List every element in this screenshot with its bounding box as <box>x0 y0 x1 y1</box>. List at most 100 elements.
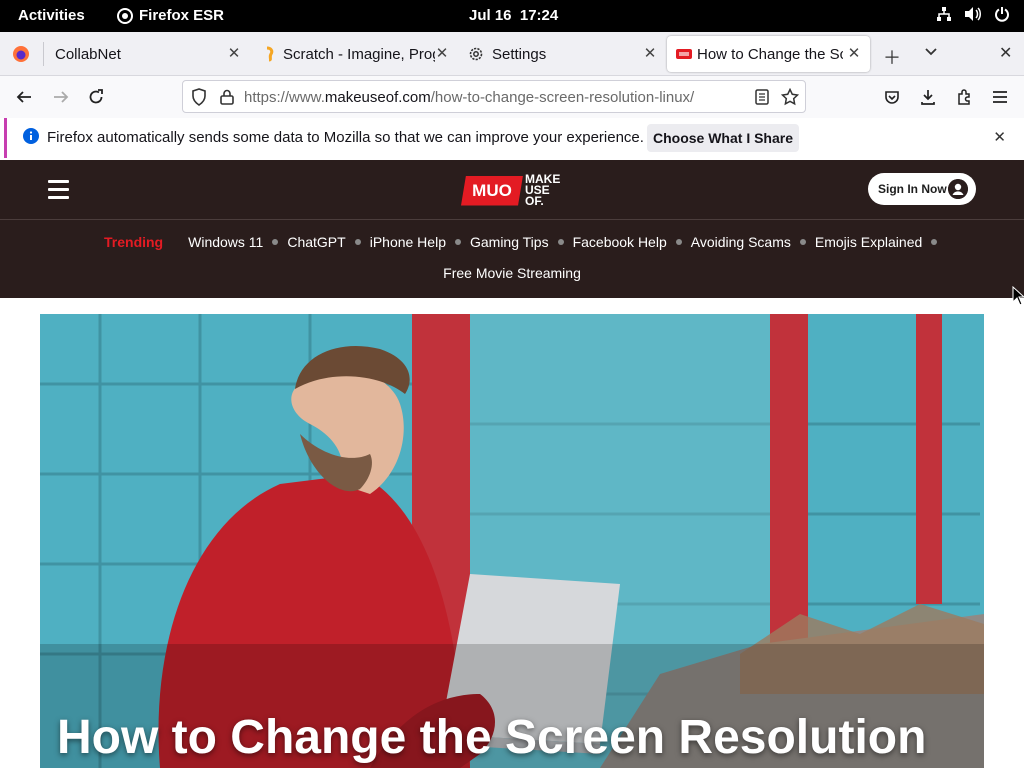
trending-row: Trending Windows 11 ChatGPT iPhone Help … <box>104 234 946 250</box>
firefox-app-icon <box>117 7 133 24</box>
close-icon[interactable]: ✕ <box>846 46 862 62</box>
trending-link[interactable]: Avoiding Scams <box>691 234 791 250</box>
tab-title: Settings <box>492 45 547 63</box>
app-menu[interactable]: Firefox ESR <box>117 7 224 24</box>
hamburger-line <box>48 196 69 199</box>
trending-link-label: Gaming Tips <box>469 234 549 250</box>
info-icon <box>23 128 39 144</box>
separator-dot <box>931 239 938 245</box>
hamburger-line <box>48 180 69 183</box>
choose-what-i-share-button[interactable]: Choose What I Share <box>647 124 799 152</box>
tab-title: How to Change the Scr <box>697 45 843 63</box>
article-title: How to Change the Screen Resolution <box>57 711 927 764</box>
trending-link[interactable]: Windows 11 <box>188 234 263 250</box>
trending-row-2: Free Movie Streaming <box>0 265 1024 281</box>
trending-link-label: Avoiding Scams <box>690 234 791 250</box>
close-window-button[interactable]: ✕ <box>999 43 1012 63</box>
hamburger-menu-icon <box>993 91 1007 103</box>
close-icon[interactable]: ✕ <box>642 46 658 62</box>
activities-button[interactable]: Activities <box>18 7 85 24</box>
mouse-cursor-icon <box>1012 286 1024 306</box>
trending-link[interactable]: Facebook Help <box>573 234 667 250</box>
trending-link[interactable]: iPhone Help <box>370 234 446 250</box>
gear-icon <box>469 47 483 61</box>
shield-icon[interactable] <box>191 88 207 106</box>
data-collection-notification: Firefox automatically sends some data to… <box>4 118 1020 158</box>
list-all-tabs-button[interactable] <box>924 42 938 63</box>
new-tab-button[interactable]: ＋ <box>883 44 901 70</box>
reload-button[interactable] <box>85 86 107 108</box>
trending-link[interactable]: Gaming Tips <box>470 234 549 250</box>
trending-link[interactable]: Emojis Explained <box>815 234 922 250</box>
trending-link[interactable]: Free Movie Streaming <box>443 265 581 281</box>
separator-dot <box>675 239 682 245</box>
bookmark-star-icon[interactable] <box>781 88 799 106</box>
pocket-icon <box>885 91 899 104</box>
clock[interactable]: Jul 16 17:24 <box>469 7 558 24</box>
navigation-toolbar: https://www.makeuseof.com/how-to-change-… <box>0 76 1024 118</box>
separator-dot <box>454 239 461 245</box>
address-bar[interactable]: https://www.makeuseof.com/how-to-change-… <box>182 80 806 113</box>
clock-date: Jul 16 <box>469 7 512 24</box>
arrow-left-icon <box>16 91 31 103</box>
logo-mark: MUO <box>461 175 523 206</box>
trending-bar: Trending Windows 11 ChatGPT iPhone Help … <box>0 220 1024 298</box>
separator-dot <box>799 239 806 245</box>
separator-dot <box>354 239 361 245</box>
url-path: /how-to-change-screen-resolution-linux/ <box>430 89 695 106</box>
chevron-down-icon <box>925 48 937 56</box>
reader-view-icon[interactable] <box>755 89 769 105</box>
trending-label: Trending <box>104 234 164 250</box>
tab-muo-article[interactable]: How to Change the Scr ✕ <box>667 36 870 72</box>
muo-favicon <box>676 49 692 59</box>
back-button[interactable] <box>13 86 35 108</box>
url-prefix: https://www. <box>244 89 325 106</box>
tab-scratch[interactable]: Scratch - Imagine, Prog ✕ <box>252 36 458 72</box>
logo-word: OF. <box>525 194 544 208</box>
hero-image[interactable]: How to Change the Screen Resolution <box>40 314 984 768</box>
reload-icon <box>89 89 103 104</box>
arrow-right-icon <box>54 91 69 103</box>
url-text[interactable]: https://www.makeuseof.com/how-to-change-… <box>244 89 694 106</box>
site-logo[interactable]: MUO MAKE USE OF. <box>461 173 560 208</box>
url-domain: makeuseof.com <box>324 89 431 106</box>
tab-title: CollabNet <box>55 45 121 63</box>
sign-in-button[interactable]: Sign In Now <box>868 173 976 205</box>
power-icon <box>995 7 1009 22</box>
volume-icon <box>965 7 981 21</box>
network-icon <box>937 7 951 21</box>
trending-link[interactable]: ChatGPT <box>287 234 345 250</box>
clock-time: 17:24 <box>519 7 559 24</box>
tab-title: Scratch - Imagine, Prog <box>283 45 435 63</box>
firefox-view-button[interactable] <box>8 36 42 72</box>
sign-in-label: Sign In Now <box>878 182 947 196</box>
system-tray[interactable] <box>936 6 1010 22</box>
trending-link-label: ChatGPT <box>287 234 346 250</box>
menu-button[interactable] <box>989 86 1011 108</box>
downloads-button[interactable] <box>917 86 939 108</box>
close-icon[interactable]: ✕ <box>993 128 1006 146</box>
trending-link-label: Facebook Help <box>572 234 667 250</box>
hamburger-line <box>48 188 69 191</box>
trending-link-label: Windows 11 <box>188 234 264 250</box>
tab-settings[interactable]: Settings ✕ <box>460 36 666 72</box>
lock-icon[interactable] <box>220 89 234 105</box>
site-menu-button[interactable] <box>48 180 69 199</box>
extensions-button[interactable] <box>953 86 975 108</box>
pocket-button[interactable] <box>881 86 903 108</box>
system-top-bar: Activities Firefox ESR Jul 16 17:24 <box>0 0 1024 32</box>
tab-strip: CollabNet ✕ Scratch - Imagine, Prog ✕ Se… <box>0 32 1024 76</box>
user-avatar-icon <box>948 179 968 199</box>
logo-wordmark: MAKE USE OF. <box>525 173 560 208</box>
download-icon <box>921 90 935 105</box>
app-menu-label: Firefox ESR <box>139 7 225 24</box>
close-icon[interactable]: ✕ <box>434 46 450 62</box>
close-icon[interactable]: ✕ <box>226 46 242 62</box>
puzzle-icon <box>958 89 970 105</box>
separator-dot <box>557 239 564 245</box>
trending-link-label: Emojis Explained <box>814 234 923 250</box>
site-header: MUO MAKE USE OF. Sign In Now <box>0 160 1024 220</box>
trending-link-label: iPhone Help <box>369 234 446 250</box>
tab-collabnet[interactable]: CollabNet ✕ <box>44 36 250 72</box>
forward-button[interactable] <box>50 86 72 108</box>
